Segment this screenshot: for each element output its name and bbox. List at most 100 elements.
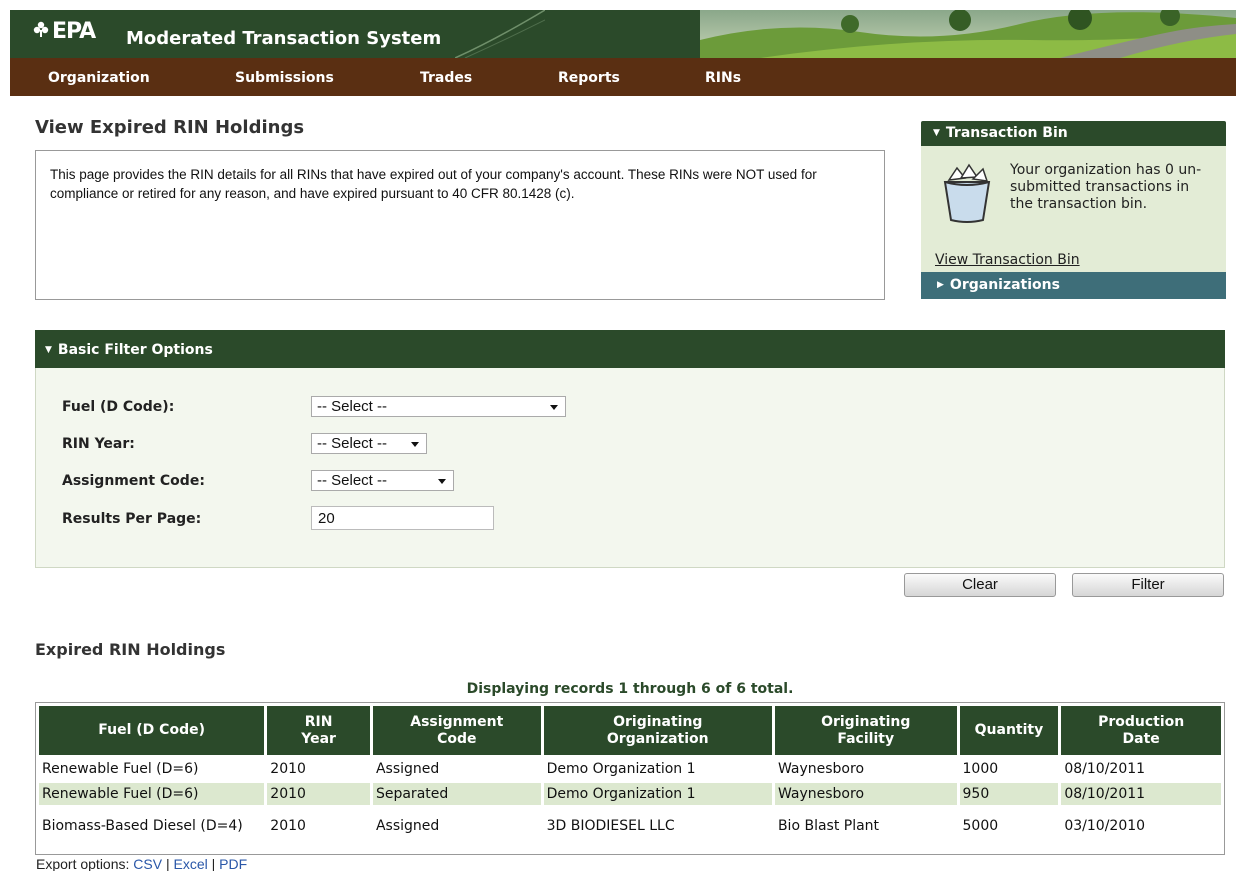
transaction-bin-header[interactable]: ▼ Transaction Bin <box>921 121 1226 146</box>
filter-panel-title: Basic Filter Options <box>57 342 213 358</box>
cell-production-date: 08/10/2011 <box>1064 761 1146 777</box>
export-label: Export options: <box>36 856 130 871</box>
caret-down-icon: ▼ <box>45 345 52 355</box>
header-line: Quantity <box>974 722 1044 738</box>
cell-rin-year: 2010 <box>270 761 306 777</box>
rin-year-select[interactable]: -- Select -- <box>311 433 427 454</box>
cell-fuel: Renewable Fuel (D=6) <box>42 761 199 777</box>
header-landscape-image <box>700 10 1236 58</box>
export-pdf-link[interactable]: PDF <box>219 856 247 871</box>
nav-organization[interactable]: Organization <box>48 70 150 86</box>
filter-button[interactable]: Filter <box>1072 573 1224 597</box>
table-row[interactable]: Renewable Fuel (D=6) 2010 Separated Demo… <box>39 783 1221 805</box>
cell-originating-facility: Waynesboro <box>777 761 865 777</box>
transaction-bin-message: Your organization has 0 un-submitted tra… <box>1010 162 1202 212</box>
cell-assignment-code: Assigned <box>375 761 440 777</box>
header-line: Facility <box>837 730 895 747</box>
nav-submissions[interactable]: Submissions <box>235 70 334 86</box>
page-title: View Expired RIN Holdings <box>35 117 305 138</box>
assignment-code-label: Assignment Code: <box>62 473 205 489</box>
main-nav: Organization Submissions Trades Reports … <box>10 58 1236 96</box>
transaction-box-icon <box>943 163 991 223</box>
results-per-page-input[interactable]: 20 <box>311 506 494 530</box>
export-separator: | <box>165 856 170 871</box>
nav-reports[interactable]: Reports <box>558 70 620 86</box>
cell-originating-facility: Bio Blast Plant <box>777 817 880 834</box>
cell-quantity: 1000 <box>962 761 999 777</box>
dropdown-arrow-icon <box>438 479 446 484</box>
header-line: Date <box>1122 730 1160 747</box>
app-title: Moderated Transaction System <box>126 28 442 49</box>
rin-year-select-value: -- Select -- <box>317 435 388 452</box>
filter-panel-body: Fuel (D Code): -- Select -- RIN Year: --… <box>35 368 1225 568</box>
cell-production-date: 08/10/2011 <box>1061 783 1221 805</box>
header-line: RIN <box>304 713 333 730</box>
epa-logo[interactable]: EPA <box>32 19 96 44</box>
cell-fuel: Biomass-Based Diesel (D=4) <box>42 817 243 834</box>
page-description: This page provides the RIN details for a… <box>35 150 885 300</box>
cell-originating-organization: 3D BIODIESEL LLC <box>546 817 675 834</box>
export-separator: | <box>211 856 216 871</box>
transaction-bin-body: Your organization has 0 un-submitted tra… <box>921 146 1226 272</box>
organizations-panel-header[interactable]: ▶ Organizations <box>921 272 1226 299</box>
transaction-bin-title: Transaction Bin <box>945 125 1068 141</box>
column-header-assignment-code[interactable]: Assignment Code <box>372 706 541 755</box>
table-header-row: Fuel (D Code) RIN Year Assignment Code Ori… <box>39 706 1221 755</box>
results-per-page-label: Results Per Page: <box>62 511 202 527</box>
header-line: Year <box>301 730 336 747</box>
export-csv-link[interactable]: CSV <box>133 856 162 871</box>
results-table-container: Fuel (D Code) RIN Year Assignment Code Ori… <box>35 702 1225 855</box>
cell-originating-facility: Waynesboro <box>774 783 957 805</box>
column-header-rin-year[interactable]: RIN Year <box>267 706 370 755</box>
cell-assignment-code: Separated <box>372 783 541 805</box>
logo-text: EPA <box>52 19 96 44</box>
fuel-select[interactable]: -- Select -- <box>311 396 566 417</box>
organizations-title: Organizations <box>949 277 1060 293</box>
clear-button[interactable]: Clear <box>904 573 1056 597</box>
table-row[interactable]: Renewable Fuel (D=6) 2010 Assigned Demo … <box>39 758 1221 780</box>
column-header-originating-organization[interactable]: Originating Organization <box>543 706 772 755</box>
header-line: Code <box>437 730 477 747</box>
assignment-code-select[interactable]: -- Select -- <box>311 470 454 491</box>
dropdown-arrow-icon <box>550 405 558 410</box>
export-options: Export options: CSV | Excel | PDF <box>36 856 247 871</box>
view-transaction-bin-link[interactable]: View Transaction Bin <box>935 252 1080 268</box>
caret-right-icon: ▶ <box>937 280 944 290</box>
table-row[interactable]: Biomass-Based Diesel (D=4) 2010 Assigned… <box>39 808 1221 844</box>
cell-fuel: Renewable Fuel (D=6) <box>39 783 265 805</box>
cell-originating-organization: Demo Organization 1 <box>543 783 772 805</box>
results-table: Fuel (D Code) RIN Year Assignment Code Ori… <box>36 703 1224 847</box>
cell-production-date: 03/10/2010 <box>1064 817 1146 834</box>
rin-year-label: RIN Year: <box>62 436 135 452</box>
cell-originating-organization: Demo Organization 1 <box>546 761 696 777</box>
header-line: Assignment <box>410 713 504 730</box>
caret-down-icon: ▼ <box>933 128 940 138</box>
header-swoosh-graphic <box>455 10 545 58</box>
dropdown-arrow-icon <box>411 442 419 447</box>
header-line: Production <box>1098 713 1185 730</box>
fuel-select-value: -- Select -- <box>317 398 388 415</box>
records-info: Displaying records 1 through 6 of 6 tota… <box>466 681 794 697</box>
header-line: Fuel (D Code) <box>98 722 205 738</box>
cell-assignment-code: Assigned <box>375 817 440 834</box>
column-header-originating-facility[interactable]: Originating Facility <box>774 706 957 755</box>
cell-rin-year: 2010 <box>270 817 306 834</box>
filter-panel-header[interactable]: ▼ Basic Filter Options <box>35 330 1225 368</box>
header-line: Originating <box>821 713 911 730</box>
fuel-label: Fuel (D Code): <box>62 399 175 415</box>
header-line: Organization <box>606 730 709 747</box>
column-header-quantity[interactable]: Quantity <box>959 706 1059 755</box>
cell-quantity: 5000 <box>962 817 999 834</box>
header-line: Originating <box>613 713 703 730</box>
cell-quantity: 950 <box>959 783 1059 805</box>
assignment-code-select-value: -- Select -- <box>317 472 388 489</box>
nav-rins[interactable]: RINs <box>705 70 741 86</box>
app-header: EPA Moderated Transaction System <box>10 10 1236 58</box>
epa-flower-icon <box>32 19 52 44</box>
nav-trades[interactable]: Trades <box>420 70 472 86</box>
export-excel-link[interactable]: Excel <box>174 856 208 871</box>
column-header-production-date[interactable]: Production Date <box>1061 706 1221 755</box>
column-header-fuel[interactable]: Fuel (D Code) <box>39 706 265 755</box>
cell-rin-year: 2010 <box>267 783 370 805</box>
results-title: Expired RIN Holdings <box>35 640 226 659</box>
